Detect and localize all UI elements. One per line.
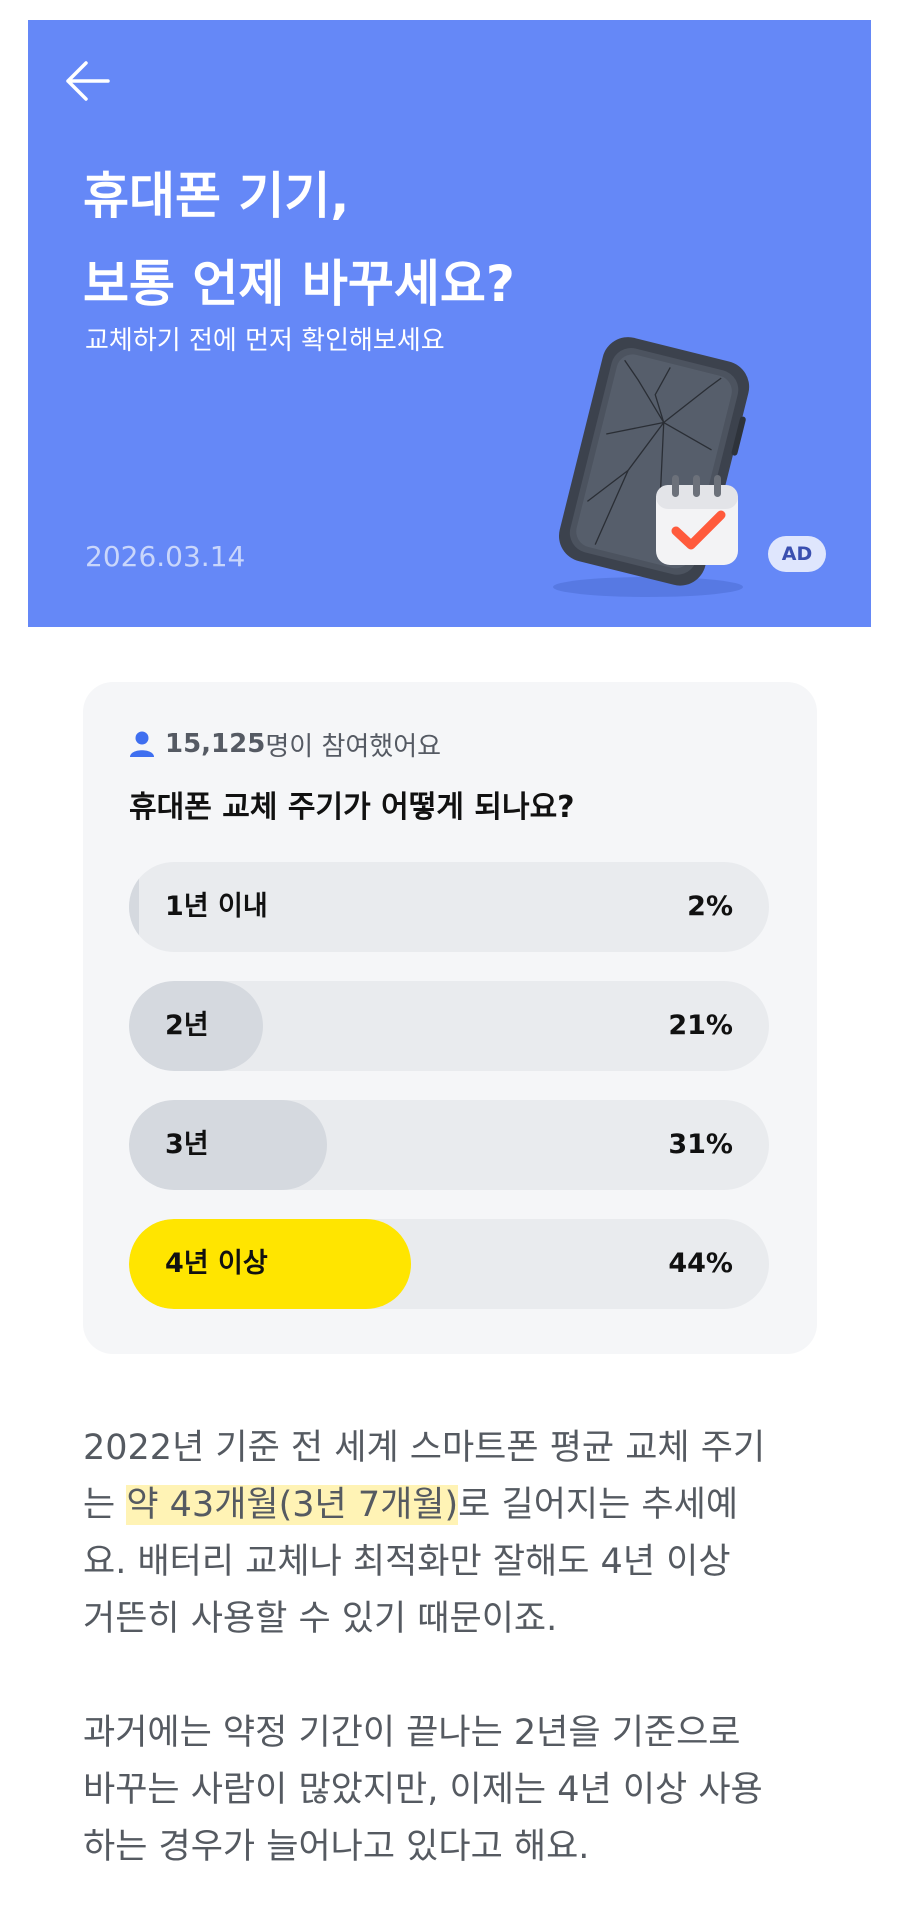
hero-title-line-1: 휴대폰 기기, — [83, 167, 350, 225]
article-line: 거뜬히 사용할 수 있기 때문이죠. — [83, 1599, 558, 1639]
highlighted-text: 약 43개월(3년 7개월) — [126, 1485, 459, 1525]
participants-info: 15,125 명이 참여했어요 — [129, 726, 441, 762]
participants-suffix: 명이 참여했어요 — [265, 731, 442, 762]
article-line: 는 약 43개월(3년 7개월)로 길어지는 추세예 — [83, 1477, 833, 1534]
article-line: 바꾸는 사람이 많았지만, 이제는 4년 이상 사용 — [83, 1770, 763, 1810]
article-line: 요. 배터리 교체나 최적화만 잘해도 4년 이상 — [83, 1542, 731, 1582]
poll-option-percent: 21% — [668, 1010, 733, 1041]
poll-option-percent: 44% — [668, 1248, 733, 1279]
person-icon — [130, 731, 154, 757]
poll-option-label: 2년 — [165, 1010, 209, 1041]
poll-option-percent: 31% — [668, 1129, 733, 1160]
hero-title: 휴대폰 기기, 보통 언제 바꾸세요? — [83, 152, 515, 328]
article-paragraph-1: 2022년 기준 전 세계 스마트폰 평균 교체 주기 는 약 43개월(3년 … — [83, 1420, 833, 1648]
page: 휴대폰 기기, 보통 언제 바꾸세요? 교체하기 전에 먼저 확인해보세요 20… — [0, 0, 900, 1924]
calendar-check-icon — [656, 475, 738, 565]
article-line: 과거에는 약정 기간이 끝나는 2년을 기준으로 — [83, 1713, 741, 1753]
poll-option-bar — [129, 862, 139, 952]
poll-question: 휴대폰 교체 주기가 어떻게 되나요? — [129, 790, 575, 825]
article-line: 2022년 기준 전 세계 스마트폰 평균 교체 주기 — [83, 1428, 766, 1468]
poll-option-bar — [129, 1100, 328, 1190]
poll-option-1[interactable]: 1년 이내 2% — [129, 862, 769, 952]
publish-date: 2026.03.14 — [85, 540, 246, 573]
article-body: 2022년 기준 전 세계 스마트폰 평균 교체 주기 는 약 43개월(3년 … — [83, 1420, 833, 1876]
article-text: 로 길어지는 추세예 — [458, 1485, 739, 1525]
article-line: 하는 경우가 늘어나고 있다고 해요. — [83, 1827, 590, 1867]
back-arrow-icon — [66, 61, 110, 101]
poll-option-label: 3년 — [165, 1129, 209, 1160]
poll-option-percent: 2% — [687, 891, 733, 922]
poll-option-label: 4년 이상 — [165, 1248, 268, 1279]
hero-title-line-2: 보통 언제 바꾸세요? — [83, 255, 515, 313]
article-paragraph-2: 과거에는 약정 기간이 끝나는 2년을 기준으로 바꾸는 사람이 많았지만, 이… — [83, 1705, 833, 1876]
poll-card: 15,125 명이 참여했어요 휴대폰 교체 주기가 어떻게 되나요? 1년 이… — [83, 682, 817, 1354]
back-button[interactable] — [60, 56, 118, 106]
article-text: 는 — [83, 1485, 127, 1525]
hero-subtitle: 교체하기 전에 먼저 확인해보세요 — [85, 326, 445, 356]
poll-option-label: 1년 이내 — [165, 891, 268, 922]
cracked-phone-illustration — [553, 337, 750, 597]
poll-option-2[interactable]: 2년 21% — [129, 981, 769, 1071]
poll-option-3[interactable]: 3년 31% — [129, 1100, 769, 1190]
participants-count: 15,125 — [165, 729, 266, 759]
poll-option-4[interactable]: 4년 이상 44% — [129, 1219, 769, 1309]
ad-badge: AD — [768, 536, 826, 572]
hero-banner: 휴대폰 기기, 보통 언제 바꾸세요? 교체하기 전에 먼저 확인해보세요 20… — [28, 20, 871, 627]
